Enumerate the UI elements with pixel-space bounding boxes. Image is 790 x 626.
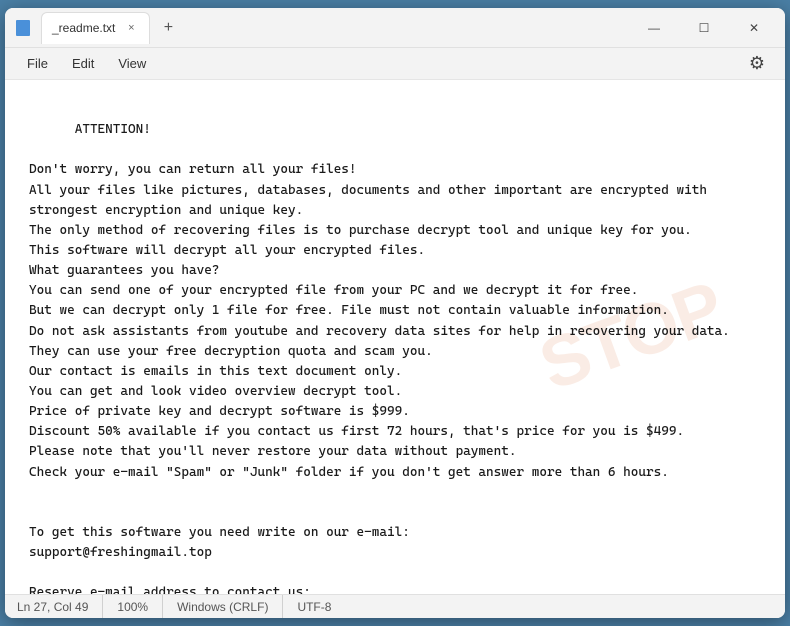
tab-area: _readme.txt × + bbox=[41, 12, 631, 44]
menu-edit[interactable]: Edit bbox=[62, 52, 104, 75]
minimize-button[interactable]: — bbox=[631, 12, 677, 44]
settings-icon[interactable]: ⚙ bbox=[741, 48, 773, 80]
title-bar: _readme.txt × + — ☐ ✕ bbox=[5, 8, 785, 48]
menu-file[interactable]: File bbox=[17, 52, 58, 75]
maximize-button[interactable]: ☐ bbox=[681, 12, 727, 44]
menu-bar: File Edit View ⚙ bbox=[5, 48, 785, 80]
cursor-position: Ln 27, Col 49 bbox=[17, 595, 103, 618]
main-window: _readme.txt × + — ☐ ✕ File Edit View ⚙ S… bbox=[5, 8, 785, 618]
window-controls: — ☐ ✕ bbox=[631, 12, 777, 44]
encoding: UTF-8 bbox=[283, 595, 345, 618]
status-bar: Ln 27, Col 49 100% Windows (CRLF) UTF-8 bbox=[5, 594, 785, 618]
main-text: ATTENTION! Don't worry, you can return a… bbox=[29, 122, 730, 594]
zoom-level: 100% bbox=[103, 595, 163, 618]
tab-readme[interactable]: _readme.txt × bbox=[41, 12, 150, 44]
text-content-area[interactable]: STOP ATTENTION! Don't worry, you can ret… bbox=[5, 80, 785, 594]
close-button[interactable]: ✕ bbox=[731, 12, 777, 44]
line-ending: Windows (CRLF) bbox=[163, 595, 283, 618]
tab-close-button[interactable]: × bbox=[123, 20, 139, 36]
file-content: ATTENTION! Don't worry, you can return a… bbox=[29, 100, 761, 594]
new-tab-button[interactable]: + bbox=[154, 14, 182, 42]
tab-label: _readme.txt bbox=[52, 21, 115, 35]
menu-view[interactable]: View bbox=[108, 52, 156, 75]
app-icon bbox=[13, 18, 33, 38]
